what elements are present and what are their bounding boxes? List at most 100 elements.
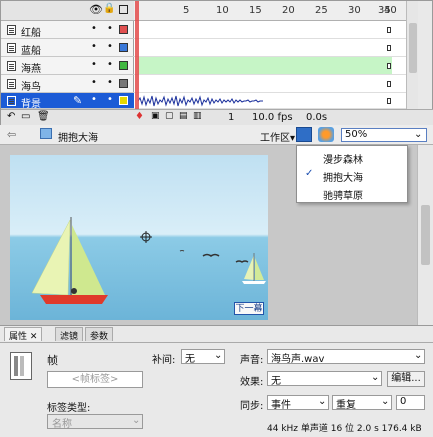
timeline-scrollbar[interactable] [406,1,418,109]
keyframe[interactable] [387,98,391,104]
bird [202,253,220,257]
chevron-down-icon[interactable]: ⌄ [214,350,222,361]
repeat-count-input[interactable]: 0 [396,395,425,410]
sync-value: 事件 [271,400,291,411]
lock-dot[interactable]: • [107,59,113,70]
chevron-down-icon[interactable]: ⌄ [414,350,422,361]
next-scene-button[interactable]: 下一幕 [234,302,264,315]
frame-row[interactable] [134,39,406,57]
layer-icon [7,25,16,35]
scene-name: 拥抱大海 [58,133,98,144]
tween-value: 无 [185,354,195,365]
repeat-count-value: 0 [400,396,407,407]
lock-dot[interactable]: • [107,23,113,34]
chevron-down-icon[interactable]: ⌄ [414,129,422,140]
sound-select[interactable]: 海鸟声.wav ⌄ [267,349,425,365]
sound-value: 海鸟声.wav [271,354,325,365]
layer-row[interactable]: 海鸟 • • [1,75,134,93]
keyframe[interactable] [387,81,391,87]
edit-sound-button[interactable]: 编辑... [387,371,425,387]
chevron-down-icon[interactable]: ⌄ [132,415,140,426]
layer-list: 👁 🔒 红船 • • 蓝船 • • 海燕 • • 海鸟 • • 背景 ✎ • • [1,1,134,110]
menu-item-scene[interactable]: 漫步森林 [297,148,407,166]
workspace-menu[interactable]: 工作区▾ [260,129,295,144]
frame-row[interactable] [134,21,406,39]
sound-info: 44 kHz 单声道 16 位 2.0 s 176.4 kB [267,424,422,434]
layer-row[interactable]: 海燕 • • [1,57,134,75]
layer-name: 海燕 [21,64,41,75]
scroll-thumb[interactable] [409,23,417,73]
visible-dot[interactable]: • [91,23,97,34]
scroll-thumb[interactable] [421,205,430,265]
outline-color-swatch[interactable] [119,96,128,105]
visible-dot[interactable]: • [91,77,97,88]
chevron-down-icon[interactable]: ⌄ [318,396,326,407]
lock-dot[interactable]: • [107,77,113,88]
edit-symbol-icon[interactable] [318,127,334,142]
edit-multiple-icon[interactable]: ▤ [179,111,188,121]
chevron-down-icon[interactable]: ⌄ [381,396,389,407]
onion-markers-icon[interactable]: ▥ [193,111,202,121]
menu-item-scene[interactable]: 驰骋草原 [297,184,407,202]
outline-color-swatch[interactable] [119,79,128,88]
visible-dot[interactable]: • [91,59,97,70]
small-sail [244,255,254,280]
lock-icon[interactable]: 🔒 [103,3,115,14]
frame-grid[interactable]: 5 10 15 20 25 30 [134,1,406,109]
layer-row-selected[interactable]: 背景 ✎ • • [1,93,134,110]
sync-select[interactable]: 事件 ⌄ [267,395,329,411]
keyframe[interactable] [387,45,391,51]
lock-dot[interactable]: • [107,94,113,105]
layer-header: 👁 🔒 [1,1,134,21]
frame-row[interactable] [134,75,406,93]
tab-properties[interactable]: 属性 ✕ [4,327,43,342]
label-type-select[interactable]: 名称 ⌄ [47,414,143,430]
big-sail-left [31,219,71,296]
keyframe[interactable] [387,27,391,33]
playhead[interactable] [135,1,139,109]
effect-select[interactable]: 无 ⌄ [267,371,382,387]
menu-item-label: 驰骋草原 [323,191,363,202]
menu-item-scene-selected[interactable]: ✓ 拥抱大海 [297,166,407,184]
edit-scene-icon[interactable] [296,127,312,142]
frame-rate[interactable]: 10.0 fps [252,112,293,123]
menu-item-label: 漫步森林 [323,155,363,166]
divider [0,342,433,343]
outline-color-swatch[interactable] [119,25,128,34]
lock-dot[interactable]: • [107,41,113,52]
elapsed-time: 0.0s [306,112,328,123]
layer-row[interactable]: 红船 • • [1,21,134,39]
layer-icon [7,61,16,71]
onion-outline-icon[interactable]: ▢ [165,111,174,121]
add-layer-icon[interactable]: ↶ [7,111,15,122]
outline-icon[interactable] [119,5,128,14]
center-frame-icon[interactable]: ♦ [135,111,144,122]
tween-select[interactable]: 无 ⌄ [181,349,225,365]
tab-parameters[interactable]: 参数 [85,327,114,342]
frame-row-sound[interactable] [134,93,406,109]
eye-icon[interactable]: 👁 [89,3,103,16]
visible-dot[interactable]: • [91,41,97,52]
visible-dot[interactable]: • [91,94,97,105]
outline-color-swatch[interactable] [119,43,128,52]
bird [179,250,185,252]
layer-row[interactable]: 蓝船 • • [1,39,134,57]
add-folder-icon[interactable]: ▭ [21,111,30,122]
frame-label-input[interactable]: <帧标签> [47,371,143,388]
outline-color-swatch[interactable] [119,61,128,70]
frame-tick: 15 [249,5,262,16]
frame-ruler[interactable]: 5 10 15 20 25 30 [134,1,406,21]
stage-canvas[interactable]: 下一幕 [10,155,268,320]
tab-filters[interactable]: 滤镜 [55,327,84,342]
label-type-caption: 标签类型: [47,403,91,414]
sync-caption: 同步: [240,401,264,412]
keyframe[interactable] [387,63,391,69]
repeat-select[interactable]: 重复 ⌄ [332,395,392,411]
onion-skin-icon[interactable]: ▣ [151,111,160,121]
back-arrow-icon[interactable]: ⇦ [7,128,16,141]
chevron-down-icon[interactable]: ⌄ [371,372,379,383]
zoom-select[interactable]: 50% ⌄ [341,128,427,142]
stage-scrollbar[interactable] [417,145,433,325]
delete-layer-icon[interactable]: 🗑 [37,111,50,122]
frame-row-tween[interactable] [134,57,406,75]
